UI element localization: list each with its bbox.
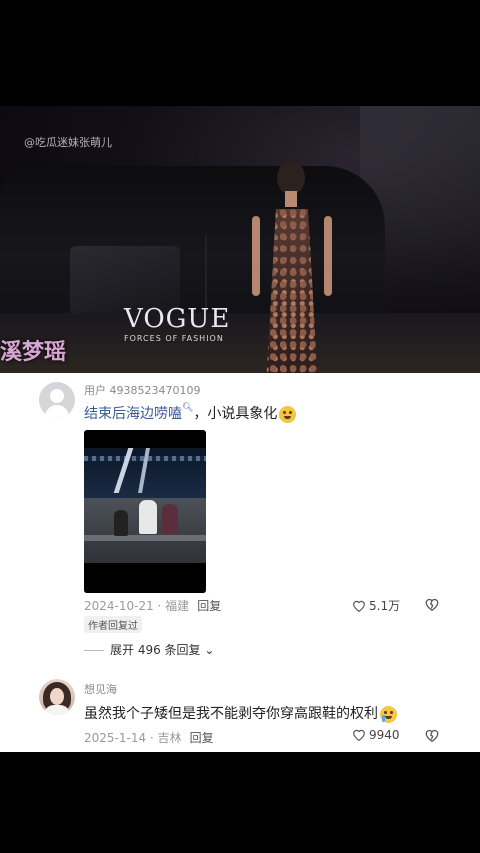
vogue-subtitle: FORCES OF FASHION <box>124 334 224 343</box>
video-caption: 溪梦瑶 <box>0 339 67 365</box>
heart-icon <box>353 600 365 612</box>
avatar-user[interactable] <box>39 679 75 715</box>
reply-button[interactable]: 回复 <box>190 731 214 745</box>
dislike-broken-heart-icon[interactable] <box>424 597 440 611</box>
comments-panel: 用户 4938523470109 结束后海边唠嗑🔍︎，小说具象化 2024-10… <box>0 373 480 752</box>
like-button[interactable]: 9940 <box>352 728 400 742</box>
like-button[interactable]: 5.1万 <box>352 597 400 614</box>
chevron-down-icon: ⌄ <box>204 643 215 657</box>
comment-meta: 2025-1-14 · 吉林 回复 <box>84 731 214 745</box>
comment-username[interactable]: 想见海 <box>84 681 117 697</box>
reply-button[interactable]: 回复 <box>197 599 221 613</box>
model-figure <box>252 161 334 373</box>
crying-emoji-icon <box>380 705 397 723</box>
video-frame[interactable]: @吃瓜迷妹张萌儿 VOGUE FORCES OF FASHION 溪梦瑶 <box>0 106 480 373</box>
comment-username[interactable]: 用户 4938523470109 <box>84 382 200 398</box>
comment-meta: 2024-10-21 · 福建 回复 <box>84 599 222 613</box>
expand-replies-button[interactable]: 展开 496 条回复 ⌄ <box>84 641 214 658</box>
dislike-broken-heart-icon[interactable] <box>424 728 440 742</box>
comment-text: 虽然我个子矮但是我不能剥夺你穿高跟鞋的权利 <box>84 703 397 723</box>
street <box>0 313 480 373</box>
avatar-default[interactable] <box>39 382 75 418</box>
grimace-emoji-icon <box>279 405 297 423</box>
search-link[interactable]: 结束后海边唠嗑 <box>84 406 182 422</box>
comment-text: 结束后海边唠嗑🔍︎，小说具象化 <box>84 403 297 423</box>
heart-icon <box>353 729 365 741</box>
search-icon[interactable]: 🔍︎ <box>182 403 193 413</box>
vogue-logo: VOGUE <box>124 304 231 334</box>
watermark: @吃瓜迷妹张萌儿 <box>24 136 112 149</box>
comment-image[interactable] <box>84 430 206 593</box>
author-replied-badge: 作者回复过 <box>84 616 142 633</box>
